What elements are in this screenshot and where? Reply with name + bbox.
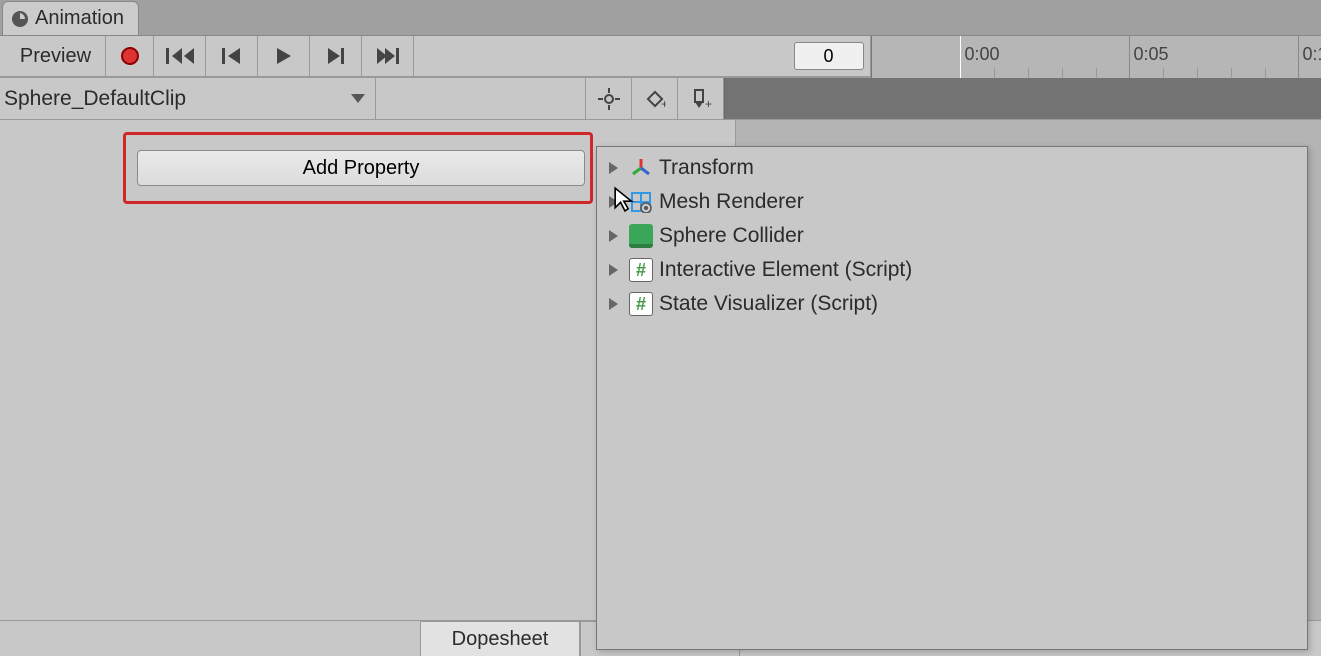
sphere-collider-icon — [629, 224, 653, 248]
dopesheet-tab[interactable]: Dopesheet — [420, 621, 580, 656]
add-property-label: Add Property — [303, 157, 420, 180]
popup-item-label: Transform — [659, 156, 754, 180]
svg-text:+: + — [705, 97, 712, 110]
first-frame-button[interactable] — [154, 36, 206, 77]
frame-field-container — [414, 36, 871, 77]
ruler-minor-tick — [994, 68, 995, 78]
tab-bar: Animation — [0, 0, 1321, 36]
ruler-minor-tick — [1265, 68, 1266, 78]
frame-input[interactable] — [794, 42, 864, 70]
expand-icon — [609, 162, 623, 174]
subbar: Sphere_DefaultClip + + — [0, 78, 1321, 120]
popup-item-interactive-element[interactable]: # Interactive Element (Script) — [597, 253, 1307, 287]
popup-item-state-visualizer[interactable]: # State Visualizer (Script) — [597, 287, 1307, 321]
expand-icon — [609, 298, 623, 310]
marker-plus-icon: + — [690, 88, 712, 110]
ruler-minor-tick — [1197, 68, 1198, 78]
tab-title: Animation — [35, 7, 124, 30]
add-event-button[interactable]: + — [678, 78, 724, 119]
script-icon: # — [629, 258, 653, 282]
target-icon — [598, 88, 620, 110]
property-picker-popup: Transform Mesh Renderer Sphere Collider … — [596, 146, 1308, 650]
clip-name: Sphere_DefaultClip — [4, 87, 186, 111]
popup-item-transform[interactable]: Transform — [597, 151, 1307, 185]
expand-icon — [609, 230, 623, 242]
clock-icon — [11, 10, 29, 28]
chevron-down-icon — [351, 94, 365, 103]
subbar-spacer — [376, 78, 586, 119]
timeline-track-header — [724, 78, 1321, 119]
skip-forward-icon — [385, 47, 399, 65]
step-back-icon — [222, 47, 242, 65]
mesh-renderer-icon — [629, 190, 653, 214]
timeline-ruler[interactable]: 0:00 0:05 0:10 — [871, 36, 1321, 78]
popup-item-label: Interactive Element (Script) — [659, 258, 912, 282]
add-keyframe-button[interactable]: + — [632, 78, 678, 119]
ruler-minor-tick — [1028, 68, 1029, 78]
toolbar: Preview 0:00 0:05 0:10 — [0, 36, 1321, 78]
ruler-minor-tick — [1231, 68, 1232, 78]
properties-area: Add Property Transform Mesh Renderer Sph… — [0, 120, 1321, 620]
bottom-spacer — [0, 621, 420, 656]
animation-tab[interactable]: Animation — [2, 1, 139, 35]
expand-icon — [609, 264, 623, 276]
play-button[interactable] — [258, 36, 310, 77]
ruler-minor-tick — [1096, 68, 1097, 78]
popup-item-label: Sphere Collider — [659, 224, 804, 248]
popup-item-label: Mesh Renderer — [659, 190, 804, 214]
step-forward-icon — [326, 47, 346, 65]
record-button[interactable] — [106, 36, 154, 77]
preview-label: Preview — [20, 45, 91, 68]
playhead[interactable] — [960, 36, 961, 78]
last-frame-button[interactable] — [362, 36, 414, 77]
popup-item-sphere-collider[interactable]: Sphere Collider — [597, 219, 1307, 253]
ruler-tick: 0:10 — [1298, 36, 1321, 78]
popup-item-mesh-renderer[interactable]: Mesh Renderer — [597, 185, 1307, 219]
clip-dropdown[interactable]: Sphere_DefaultClip — [0, 78, 376, 119]
popup-item-label: State Visualizer (Script) — [659, 292, 878, 316]
skip-back-arrow-icon — [182, 47, 194, 65]
script-icon: # — [629, 292, 653, 316]
record-icon — [121, 47, 139, 65]
tick-label: 0:00 — [965, 44, 1000, 64]
next-frame-button[interactable] — [310, 36, 362, 77]
dopesheet-label: Dopesheet — [452, 628, 549, 651]
play-icon — [275, 47, 293, 65]
tick-label: 0:05 — [1134, 44, 1169, 64]
preview-button[interactable]: Preview — [0, 36, 106, 77]
filter-selection-button[interactable] — [586, 78, 632, 119]
tick-label: 0:10 — [1303, 44, 1321, 64]
diamond-plus-icon: + — [644, 88, 666, 110]
transform-icon — [629, 156, 653, 180]
prev-frame-button[interactable] — [206, 36, 258, 77]
add-property-button[interactable]: Add Property — [137, 150, 585, 186]
expand-icon — [609, 196, 623, 208]
ruler-minor-tick — [1163, 68, 1164, 78]
svg-text:+: + — [661, 97, 666, 110]
ruler-minor-tick — [1062, 68, 1063, 78]
